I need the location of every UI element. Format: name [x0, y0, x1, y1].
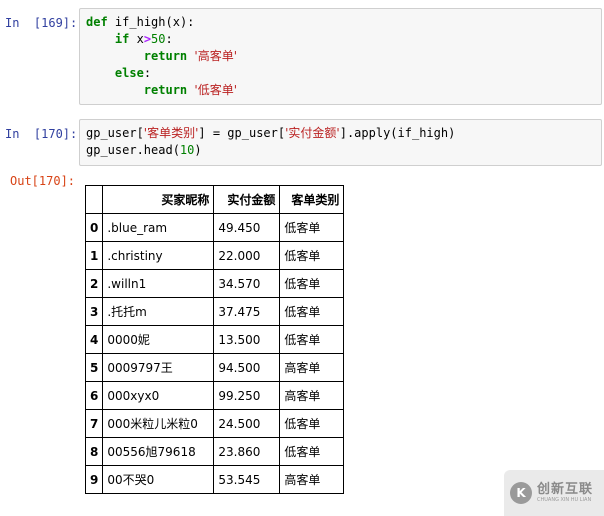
cell-amount: 49.450 — [213, 213, 281, 242]
code-token-keyword: return — [143, 83, 188, 97]
dataframe-output: 买家昵称 实付金额 客单类别 0 .blue_ram 49.450 低客单 1 … — [84, 185, 345, 494]
cell-type: 低客单 — [279, 325, 345, 354]
code-line: gp_user['客单类别'] = gp_user['实付金额'].apply(… — [86, 126, 456, 140]
code-token-keyword: else — [114, 66, 144, 80]
code-cell-170[interactable]: gp_user['客单类别'] = gp_user['实付金额'].apply(… — [79, 119, 602, 166]
table-row: 1 .christiny 22.000 低客单 — [84, 241, 345, 270]
table-row: 2 .willn1 34.570 低客单 — [84, 269, 345, 298]
cell-amount: 23.860 — [213, 437, 281, 466]
table-row: 9 00不哭0 53.545 高客单 — [84, 465, 345, 494]
cell-type: 低客单 — [279, 297, 345, 326]
row-index: 0 — [84, 213, 104, 242]
code-line: gp_user.head(10) — [86, 143, 202, 157]
cell-type: 低客单 — [279, 269, 345, 298]
table-row: 0 .blue_ram 49.450 低客单 — [84, 213, 345, 242]
cell-amount: 94.500 — [213, 353, 281, 382]
code-token-number: 50 — [151, 32, 166, 46]
column-header-amount: 实付金额 — [213, 185, 281, 214]
code-token-string: '低客单' — [194, 83, 237, 97]
watermark-text-en: CHUANG XIN HU LIAN — [537, 497, 592, 503]
cell-type: 低客单 — [279, 213, 345, 242]
code-token-number: 10 — [179, 143, 195, 157]
cell-amount: 37.475 — [213, 297, 281, 326]
cell-amount: 24.500 — [213, 409, 281, 438]
row-index: 5 — [84, 353, 104, 382]
code-cell-169[interactable]: def if_high(x): if x>50: return '高客单' el… — [79, 8, 602, 105]
cell-name: 000米粒儿米粒0 — [102, 409, 215, 438]
column-header-name: 买家昵称 — [102, 185, 215, 214]
table-row: 5 0009797王 94.500 高客单 — [84, 353, 345, 382]
table-row: 7 000米粒儿米粒0 24.500 低客单 — [84, 409, 345, 438]
cell-name: 0009797王 — [102, 353, 215, 382]
watermark-text: 创新互联 CHUANG XIN HU LIAN — [537, 482, 593, 504]
table-row: 8 00556旭79618 23.860 低客单 — [84, 437, 345, 466]
input-prompt-169: In [169]: — [5, 16, 78, 30]
cell-amount: 34.570 — [213, 269, 281, 298]
cell-name: 00556旭79618 — [102, 437, 215, 466]
row-index: 1 — [84, 241, 104, 270]
code-token-keyword: if — [114, 32, 130, 46]
cell-name: .托托m — [102, 297, 215, 326]
table-row: 3 .托托m 37.475 低客单 — [84, 297, 345, 326]
row-index: 8 — [84, 437, 104, 466]
code-line: if x>50: — [114, 32, 173, 46]
row-index: 3 — [84, 297, 104, 326]
cell-name: .christiny — [102, 241, 215, 270]
code-token-function: if_high — [114, 15, 166, 29]
code-token-string: '实付金额' — [285, 126, 340, 140]
cell-amount: 22.000 — [213, 241, 281, 270]
code-token-operator: > — [143, 32, 152, 46]
row-index: 4 — [84, 325, 104, 354]
watermark-logo-icon: K — [510, 482, 532, 504]
table-row: 4 0000妮 13.500 低客单 — [84, 325, 345, 354]
input-prompt-170: In [170]: — [5, 127, 78, 141]
code-token-keyword: def — [86, 15, 108, 29]
cell-amount: 53.545 — [213, 465, 281, 494]
cell-type: 高客单 — [279, 381, 345, 410]
output-prompt-170: Out[170]: — [10, 174, 76, 188]
watermark-text-cn: 创新互联 — [537, 482, 594, 497]
cell-type: 低客单 — [279, 241, 345, 270]
cell-type: 低客单 — [279, 437, 345, 466]
row-index: 7 — [84, 409, 104, 438]
row-index: 9 — [84, 465, 104, 494]
cell-name: .blue_ram — [102, 213, 215, 242]
cell-amount: 13.500 — [213, 325, 281, 354]
index-header — [84, 185, 104, 214]
code-token-string: '客单类别' — [143, 126, 199, 140]
cell-name: 00不哭0 — [102, 465, 215, 494]
cell-type: 低客单 — [279, 409, 345, 438]
cell-name: 0000妮 — [102, 325, 215, 354]
column-header-type: 客单类别 — [279, 185, 345, 214]
cell-name: .willn1 — [102, 269, 215, 298]
watermark-logo: K 创新互联 CHUANG XIN HU LIAN — [504, 470, 604, 516]
table-header-row: 买家昵称 实付金额 客单类别 — [84, 185, 345, 214]
code-line: else: — [114, 66, 152, 80]
cell-amount: 99.250 — [213, 381, 281, 410]
row-index: 6 — [84, 381, 104, 410]
code-token-keyword: return — [143, 49, 188, 63]
code-token-string: '高客单' — [194, 49, 237, 63]
code-line: def if_high(x): — [86, 15, 195, 29]
cell-type: 高客单 — [279, 353, 345, 382]
cell-type: 高客单 — [279, 465, 345, 494]
code-line: return '高客单' — [86, 48, 595, 65]
code-line: return '低客单' — [86, 82, 595, 99]
table-row: 6 000xyx0 99.250 高客单 — [84, 381, 345, 410]
cell-name: 000xyx0 — [102, 381, 215, 410]
row-index: 2 — [84, 269, 104, 298]
